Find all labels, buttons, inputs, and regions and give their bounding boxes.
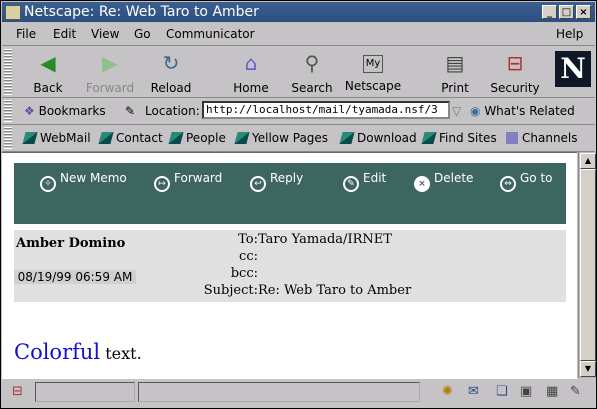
menu-edit[interactable]: Edit bbox=[53, 27, 76, 41]
menu-bar: File Edit View Go Communicator Help bbox=[2, 23, 595, 46]
security-status-icon[interactable]: ⊟ bbox=[12, 384, 23, 399]
memo-action-bar: ✧ New Memo ↦ Forward ↩ Reply ✎ Edit × Delete … bbox=[14, 163, 566, 224]
forward-memo-button[interactable]: ↦ Forward bbox=[154, 171, 222, 192]
home-icon: ⌂ bbox=[244, 51, 258, 75]
reload-button[interactable]: ↻ Reload bbox=[140, 49, 202, 95]
netscape-button[interactable]: My Netscape bbox=[342, 49, 404, 95]
menu-go[interactable]: Go bbox=[134, 27, 151, 41]
search-button[interactable]: ⚲ Search bbox=[281, 49, 343, 95]
bookmark-icon bbox=[168, 132, 184, 144]
home-button[interactable]: ⌂ Home bbox=[220, 49, 282, 95]
window-menu-icon[interactable] bbox=[5, 5, 21, 20]
channels-icon bbox=[506, 132, 518, 144]
personal-grip[interactable] bbox=[4, 127, 12, 149]
to-label: To: bbox=[238, 232, 258, 247]
delete-icon: × bbox=[414, 176, 430, 192]
navigator-icon[interactable]: ✺ bbox=[442, 384, 453, 399]
scroll-thumb[interactable] bbox=[580, 169, 596, 361]
edit-button[interactable]: ✎ Edit bbox=[343, 171, 386, 192]
subject-label: Subject: bbox=[203, 283, 258, 298]
status-bar: ⊟ ✺ ✉ ❏ ▣ ▦ ✎ bbox=[2, 380, 595, 407]
new-memo-icon: ✧ bbox=[40, 176, 56, 192]
navigation-toolbar: ◀ Back ▶ Forward ↻ Reload ⌂ Home ⚲ Searc… bbox=[2, 47, 595, 98]
whats-related-button[interactable]: ◉ What's Related bbox=[470, 104, 575, 118]
location-dropdown-icon[interactable]: ▽ bbox=[452, 104, 461, 118]
personal-toolbar: WebMail Contact People Yellow Pages Down… bbox=[2, 125, 595, 152]
menu-help[interactable]: Help bbox=[556, 27, 583, 41]
memo-author: Amber Domino bbox=[16, 236, 126, 251]
to-value: Taro Yamada/IRNET bbox=[258, 232, 392, 247]
scroll-down-icon[interactable]: ▼ bbox=[580, 361, 596, 377]
personal-link-people[interactable]: People bbox=[168, 131, 226, 145]
window-title: Netscape: Re: Web Taro to Amber bbox=[24, 4, 259, 20]
print-button[interactable]: ▤ Print bbox=[424, 49, 486, 95]
scroll-up-icon[interactable]: ▲ bbox=[580, 153, 596, 169]
title-bar: Netscape: Re: Web Taro to Amber _ □ × bbox=[2, 2, 595, 22]
vertical-scrollbar[interactable]: ▲ ▼ bbox=[578, 152, 596, 378]
bookmark-icon bbox=[98, 132, 114, 144]
menu-file[interactable]: File bbox=[16, 27, 36, 41]
cc-label: cc: bbox=[239, 249, 258, 264]
colorful-word: Colorful bbox=[14, 340, 101, 364]
personal-link-find-sites[interactable]: Find Sites bbox=[421, 131, 497, 145]
menu-communicator[interactable]: Communicator bbox=[166, 27, 255, 41]
back-button[interactable]: ◀ Back bbox=[17, 49, 79, 95]
composer-icon[interactable]: ▣ bbox=[520, 384, 532, 399]
my-netscape-icon: My bbox=[363, 55, 383, 73]
security-button[interactable]: ⊟ Security bbox=[484, 49, 546, 95]
related-icon: ◉ bbox=[470, 104, 481, 118]
search-icon: ⚲ bbox=[304, 51, 320, 75]
location-icon[interactable]: ✎ bbox=[125, 104, 135, 118]
resize-grip-icon[interactable]: ✎ bbox=[570, 384, 581, 399]
reply-icon: ↩ bbox=[250, 176, 266, 192]
go-to-icon: ⇔ bbox=[500, 176, 516, 192]
pencil-icon: ✎ bbox=[343, 176, 359, 192]
location-toolbar: ❖ Bookmarks ✎ Location: http://localhost… bbox=[2, 98, 595, 125]
memo-date: 08/19/99 06:59 AM bbox=[14, 270, 136, 284]
forward-arrow-icon: ▶ bbox=[102, 51, 118, 75]
personal-link-download[interactable]: Download bbox=[339, 131, 417, 145]
forward-button[interactable]: ▶ Forward bbox=[79, 49, 141, 95]
netscape-logo[interactable]: N bbox=[555, 51, 591, 87]
subject-value: Re: Web Taro to Amber bbox=[258, 283, 412, 298]
maximize-icon[interactable]: □ bbox=[559, 5, 574, 19]
delete-button[interactable]: × Delete bbox=[414, 171, 473, 192]
back-arrow-icon: ◀ bbox=[40, 51, 56, 75]
reload-icon: ↻ bbox=[162, 51, 180, 75]
bookmark-icon bbox=[22, 132, 38, 144]
page-content: ✧ New Memo ↦ Forward ↩ Reply ✎ Edit × Delete … bbox=[2, 152, 577, 379]
personal-link-contact[interactable]: Contact bbox=[98, 131, 163, 145]
location-label: Location: bbox=[145, 104, 200, 118]
bookmark-icon bbox=[234, 132, 250, 144]
bookmark-icon bbox=[421, 132, 437, 144]
bcc-label: bcc: bbox=[230, 266, 258, 281]
progress-cell bbox=[35, 382, 135, 402]
forward-memo-icon: ↦ bbox=[154, 176, 170, 192]
close-icon[interactable]: × bbox=[576, 5, 591, 19]
go-to-button[interactable]: ⇔ Go to bbox=[500, 171, 553, 192]
personal-link-webmail[interactable]: WebMail bbox=[22, 131, 91, 145]
memo-header: Amber Domino 08/19/99 06:59 AM To: Taro … bbox=[14, 230, 566, 302]
minimize-icon[interactable]: _ bbox=[542, 5, 557, 19]
body-rest-text: text. bbox=[100, 344, 142, 363]
menu-view[interactable]: View bbox=[91, 27, 119, 41]
address-book-icon[interactable]: ▦ bbox=[546, 384, 558, 399]
browser-window: Netscape: Re: Web Taro to Amber _ □ × Fi… bbox=[0, 0, 597, 409]
status-text-cell bbox=[138, 382, 420, 402]
discussions-icon[interactable]: ❏ bbox=[496, 384, 508, 399]
bookmarks-button[interactable]: ❖ Bookmarks bbox=[24, 104, 106, 118]
bookmarks-icon: ❖ bbox=[24, 104, 35, 118]
memo-body: Colorful text. bbox=[14, 340, 142, 364]
bookmark-icon bbox=[339, 132, 355, 144]
reply-button[interactable]: ↩ Reply bbox=[250, 171, 303, 192]
mail-icon[interactable]: ✉ bbox=[468, 384, 479, 399]
toolbar-grip[interactable] bbox=[4, 49, 12, 95]
personal-link-yellow-pages[interactable]: Yellow Pages bbox=[234, 131, 328, 145]
lock-icon: ⊟ bbox=[506, 51, 524, 75]
printer-icon: ▤ bbox=[445, 51, 465, 75]
new-memo-button[interactable]: ✧ New Memo bbox=[40, 171, 127, 192]
location-grip[interactable] bbox=[4, 100, 12, 122]
personal-link-channels[interactable]: Channels bbox=[506, 131, 578, 145]
location-input[interactable]: http://localhost/mail/tyamada.nsf/3 bbox=[202, 101, 450, 119]
